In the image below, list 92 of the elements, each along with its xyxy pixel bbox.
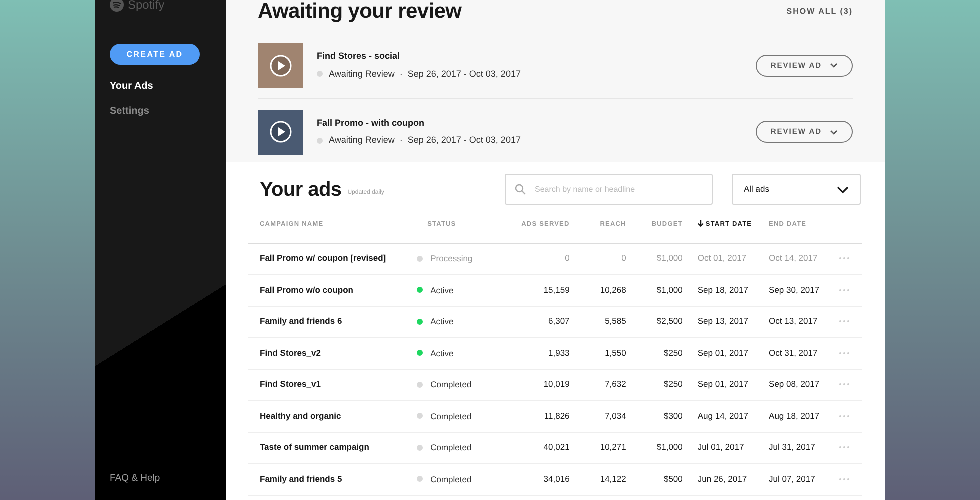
ad-status: Awaiting Review — [329, 68, 395, 81]
more-options-icon[interactable] — [839, 352, 850, 355]
table-cell: Jun 26, 2017 — [682, 464, 754, 495]
table-cell: Sep 18, 2017 — [682, 274, 754, 306]
status-text: Active — [430, 316, 454, 327]
table-cell: Jul 01, 2017 — [682, 432, 754, 464]
more-options-icon[interactable] — [839, 320, 850, 324]
section-title: Awaiting your review — [258, 0, 462, 26]
separator-dot: · — [400, 68, 403, 80]
table-cell: Aug 18, 2017 — [754, 400, 826, 432]
status-text: Active — [430, 285, 454, 296]
table-cell: 34,016 — [504, 464, 570, 495]
table-cell: $500 — [626, 464, 683, 495]
campaign-name: Find Stores_v1 — [248, 369, 417, 400]
table-cell: $250 — [626, 369, 683, 400]
table-cell: 6,307 — [504, 306, 570, 338]
video-thumbnail[interactable] — [258, 110, 303, 154]
table-cell: 7,632 — [570, 369, 626, 400]
ad-name: Fall Promo - with coupon — [317, 116, 426, 130]
show-all-link[interactable]: SHOW ALL (3) — [786, 6, 853, 18]
more-options-icon[interactable] — [839, 383, 850, 386]
logo-text: Spotify — [128, 0, 165, 14]
table-cell: Jul 07, 2017 — [754, 464, 826, 495]
campaign-name: Fall Promo w/ coupon [revised] — [248, 243, 417, 274]
table-cell: Sep 01, 2017 — [682, 338, 754, 369]
chevron-down-icon — [830, 130, 838, 134]
campaign-name: Find Stores_v2 — [248, 338, 417, 369]
search-field[interactable]: Search by name or headline — [505, 174, 713, 205]
more-options-icon[interactable] — [839, 288, 850, 292]
ad-name: Find Stores - social — [317, 50, 402, 63]
table-cell: 7,034 — [570, 400, 626, 432]
table-cell: Oct 14, 2017 — [754, 243, 826, 274]
search-icon — [515, 184, 526, 195]
table-cell: 14,122 — [570, 464, 626, 495]
campaign-name: Family and friends 5 — [248, 464, 417, 495]
campaign-name: Healthy and organic — [248, 400, 417, 432]
play-icon — [270, 121, 292, 143]
table-cell: 10,271 — [570, 432, 626, 464]
more-options-icon[interactable] — [839, 414, 850, 418]
ad-dates: Sep 26, 2017 - Oct 03, 2017 — [408, 134, 521, 147]
table-cell: Jul 31, 2017 — [754, 432, 826, 464]
create-ad-button[interactable]: CREATE AD — [110, 44, 200, 65]
table-cell: Oct 01, 2017 — [682, 243, 754, 274]
status-text: Active — [430, 348, 454, 358]
campaign-name: Taste of summer campaign — [248, 432, 417, 464]
table-cell: Oct 13, 2017 — [754, 306, 826, 338]
table-cell: 1,550 — [570, 338, 626, 369]
chevron-down-icon — [830, 63, 838, 68]
table-cell: Sep 01, 2017 — [682, 369, 754, 400]
more-options-icon[interactable] — [839, 446, 850, 450]
ad-status: Awaiting Review — [329, 134, 395, 147]
table-cell: 10,268 — [570, 274, 626, 306]
faq-help-link[interactable]: FAQ & Help — [110, 472, 211, 486]
table-cell: 10,019 — [504, 369, 570, 400]
nav-item[interactable]: Settings — [110, 104, 150, 119]
table-cell: Sep 30, 2017 — [754, 274, 826, 306]
table-cell: 11,826 — [504, 400, 570, 432]
table-cell: 15,159 — [504, 274, 570, 306]
more-options-icon[interactable] — [839, 257, 850, 260]
table-cell: $1,000 — [626, 432, 683, 464]
separator-dot: · — [400, 134, 403, 147]
logo-icon — [110, 0, 124, 12]
table-cell: 5,585 — [570, 306, 626, 338]
campaign-name: Family and friends 6 — [248, 306, 417, 338]
chevron-down-icon — [837, 186, 849, 194]
table-cell: 0 — [570, 243, 626, 274]
ad-dates: Sep 26, 2017 - Oct 03, 2017 — [408, 68, 521, 81]
play-icon — [270, 54, 292, 76]
more-options-icon[interactable] — [839, 478, 850, 481]
nav-item[interactable]: Your Ads — [110, 79, 154, 94]
sort-arrow-icon — [698, 220, 704, 228]
table-cell: Sep 08, 2017 — [754, 369, 826, 400]
table-cell: 40,021 — [504, 432, 570, 464]
status-text: Processing — [430, 254, 473, 264]
table-cell: $250 — [626, 338, 683, 369]
status-text: Completed — [430, 411, 472, 422]
table-cell: Oct 31, 2017 — [754, 338, 826, 369]
filter-dropdown[interactable]: All ads — [732, 174, 861, 205]
video-thumbnail[interactable] — [258, 43, 303, 88]
status-text: Completed — [430, 380, 472, 390]
campaign-name: Fall Promo w/o coupon — [248, 274, 417, 306]
table-cell: 0 — [504, 243, 570, 274]
table-cell: 1,933 — [504, 338, 570, 369]
status-text: Completed — [430, 474, 472, 484]
table-cell: Sep 13, 2017 — [682, 306, 754, 338]
status-text: Completed — [430, 442, 472, 453]
table-cell: $2,500 — [626, 306, 683, 338]
table-cell: $1,000 — [626, 274, 683, 306]
table-cell: $300 — [626, 400, 683, 432]
section-title: Your ads — [260, 178, 342, 202]
table-cell: $1,000 — [626, 243, 683, 274]
table-cell: Aug 14, 2017 — [682, 400, 754, 432]
